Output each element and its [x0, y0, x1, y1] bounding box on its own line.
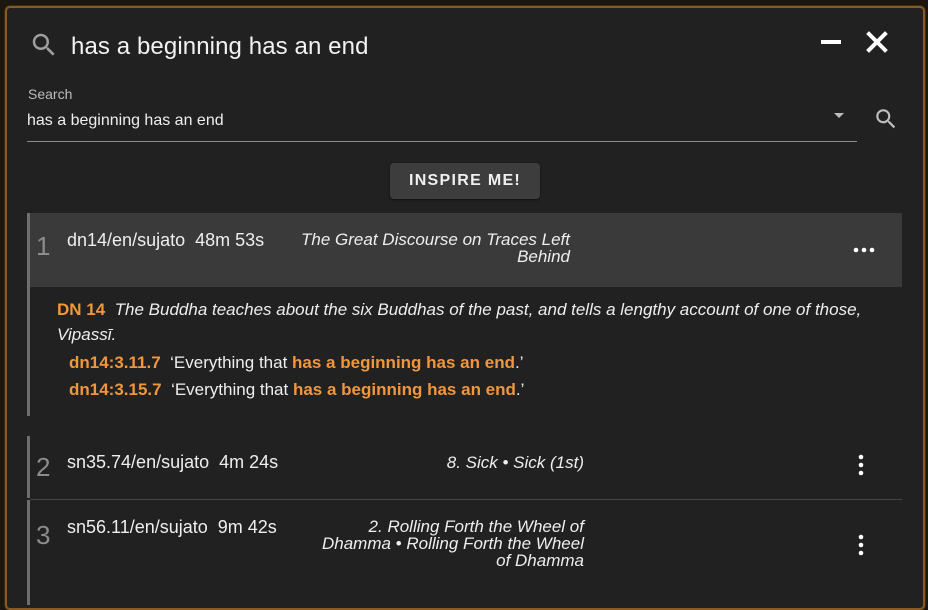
result-reference: sn56.11/en/sujato 9m 42s: [67, 517, 277, 537]
result-number: 1: [36, 231, 51, 261]
result-item[interactable]: 2 sn35.74/en/sujato 4m 24s 8. Sick • Sic…: [27, 436, 905, 498]
search-dialog: has a beginning has an end Search INSPIR…: [5, 6, 925, 610]
segment-link[interactable]: dn14:3.15.7: [69, 380, 162, 399]
result-title: 8. Sick • Sick (1st): [446, 453, 584, 472]
search-icon: [32, 33, 55, 56]
matched-segment: dn14:3.11.7 ‘Everything that has a begin…: [69, 353, 523, 373]
result-blurb: DN 14 The Buddha teaches about the six B…: [57, 297, 877, 347]
result-reference: dn14/en/sujato 48m 53s: [67, 230, 265, 250]
dialog-titlebar: has a beginning has an end: [7, 8, 923, 80]
result-title: 2. Rolling Forth the Wheel of Dhamma • R…: [322, 517, 584, 570]
segment-text-before: ‘Everything that: [170, 353, 293, 372]
dialog-title: has a beginning has an end: [71, 33, 369, 60]
result-item[interactable]: 3 sn56.11/en/sujato 9m 42s 2. Rolling Fo…: [27, 500, 905, 605]
segment-link[interactable]: dn14:3.11.7: [69, 353, 161, 372]
segment-match: has a beginning has an end: [292, 353, 515, 372]
segment-text-after: .’: [514, 353, 524, 372]
result-header[interactable]: 1 dn14/en/sujato 48m 53s The Great Disco…: [30, 213, 902, 287]
result-number: 3: [36, 520, 51, 550]
close-icon[interactable]: [865, 30, 889, 54]
minimize-icon[interactable]: [819, 30, 843, 54]
result-number: 2: [36, 452, 51, 482]
sutta-code[interactable]: DN 14: [57, 300, 105, 319]
more-vertical-icon[interactable]: [854, 534, 868, 556]
inspire-me-button[interactable]: INSPIRE ME!: [390, 163, 540, 199]
search-combobox[interactable]: Search: [27, 84, 857, 142]
segment-text-before: ‘Everything that: [171, 380, 293, 399]
search-label: Search: [28, 86, 73, 102]
sutta-description: The Buddha teaches about the six Buddhas…: [57, 300, 862, 344]
more-vertical-icon[interactable]: [854, 454, 868, 476]
search-input[interactable]: [27, 110, 817, 132]
matched-segment: dn14:3.15.7 ‘Everything that has a begin…: [69, 380, 524, 400]
segment-text-after: .’: [515, 380, 525, 399]
dropdown-arrow-icon[interactable]: [833, 112, 845, 120]
more-options-icon[interactable]: [853, 243, 875, 257]
segment-match: has a beginning has an end: [292, 380, 516, 399]
result-title: The Great Discourse on Traces Left Behin…: [301, 230, 570, 266]
search-submit-icon[interactable]: [873, 106, 899, 132]
result-item: 1 dn14/en/sujato 48m 53s The Great Disco…: [27, 213, 905, 416]
result-reference: sn35.74/en/sujato 4m 24s: [67, 452, 279, 472]
